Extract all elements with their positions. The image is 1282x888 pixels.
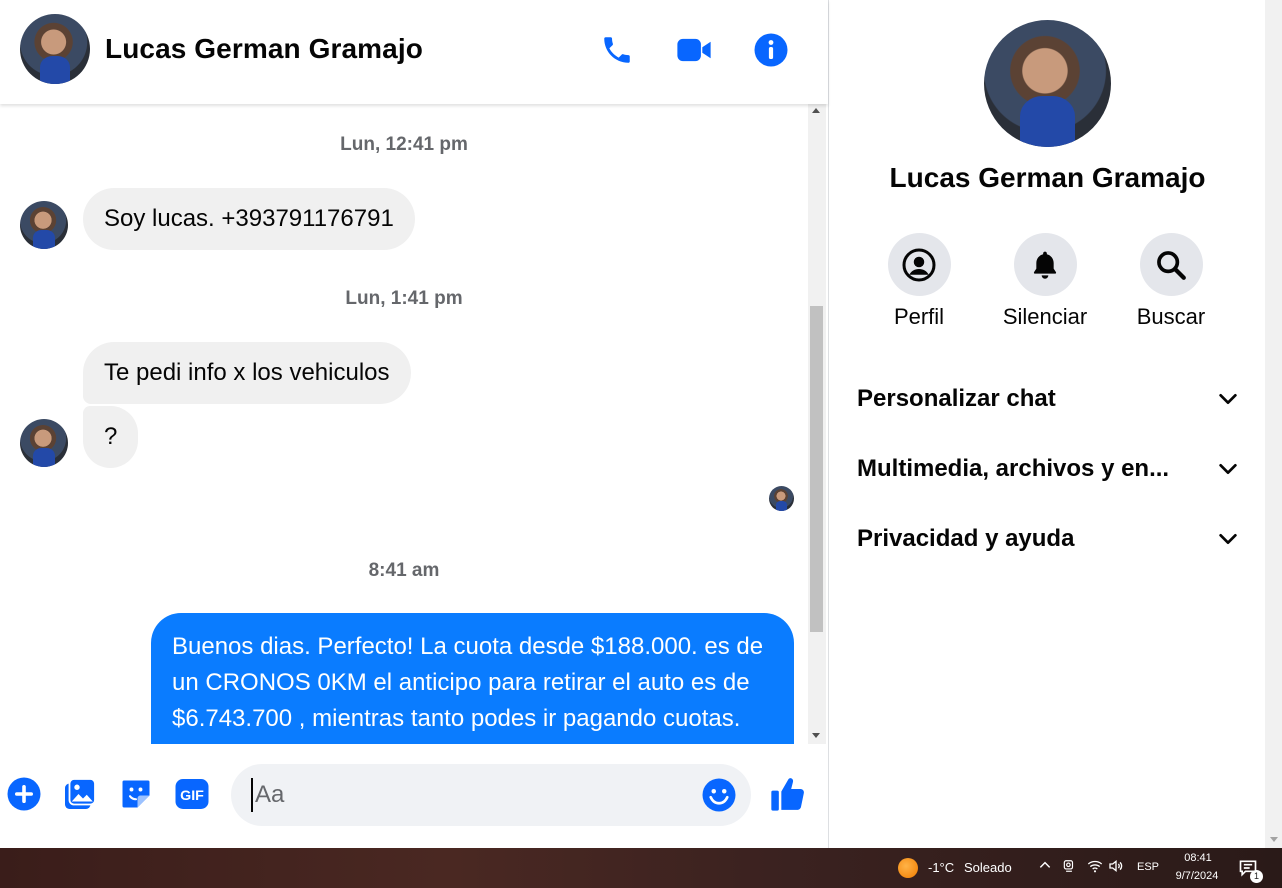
sender-avatar[interactable] [20,419,68,467]
chevron-down-icon [1219,463,1237,475]
attach-photo-button[interactable] [60,774,100,814]
profile-action-label: Perfil [893,304,945,329]
scroll-down-arrow[interactable] [812,733,820,738]
messenger-window: Lucas German Gramajo Lun, 12:41 pm Soy l… [0,0,1282,848]
video-call-button[interactable] [674,30,714,70]
mute-action-label: Silenciar [1002,304,1088,329]
sticker-icon [122,780,150,808]
scroll-up-arrow[interactable] [812,108,820,113]
sticker-button[interactable] [116,774,156,814]
message-input-box[interactable] [231,764,751,826]
profile-action-button[interactable]: Perfil [869,233,969,330]
read-receipt-avatar [769,486,794,511]
send-like-button[interactable] [768,774,808,814]
message-scrollbar[interactable] [808,104,826,744]
sun-icon[interactable] [898,858,918,878]
timestamp: 8:41 am [368,560,440,581]
message-bubble-outgoing[interactable]: Buenos dias. Perfecto! La cuota desde $1… [151,613,794,744]
timestamp: Lun, 1:41 pm [345,288,463,309]
call-button[interactable] [597,30,637,70]
camera-tray-icon [1063,860,1074,872]
gif-button[interactable]: GIF [172,774,212,814]
search-action-label: Buscar [1136,304,1206,329]
chevron-up-icon [1039,861,1051,868]
conversation-info-button[interactable] [751,30,791,70]
section-customize-chat[interactable]: Personalizar chat [857,374,1239,424]
show-hidden-icons-button[interactable] [1036,858,1054,878]
section-label: Multimedia, archivos y en... [857,455,1170,482]
emoji-button[interactable] [701,777,737,813]
bell-icon [1033,251,1057,279]
thumbs-up-icon [771,778,804,811]
section-privacy-help[interactable]: Privacidad y ayuda [857,514,1239,564]
windows-taskbar: -1°C Soleado ESP 08:41 9/7/2024 1 [0,848,1282,888]
info-icon [754,33,788,67]
more-actions-button[interactable] [4,774,44,814]
weather-description[interactable]: Soleado [964,860,1012,875]
message-bubble-incoming[interactable]: ? [83,406,139,468]
phone-icon [604,37,630,63]
mute-action-button[interactable]: Silenciar [995,233,1095,330]
profile-name: Lucas German Gramajo [889,162,1206,193]
page-scrollbar[interactable] [1265,0,1282,848]
scroll-down-arrow[interactable] [1270,837,1278,842]
meet-now-button[interactable] [1060,858,1078,878]
timestamp: Lun, 12:41 pm [340,134,468,155]
search-icon [1157,250,1186,280]
speaker-icon [1109,859,1123,873]
weather-temperature[interactable]: -1°C [928,860,954,875]
wifi-icon [1087,860,1103,873]
chevron-down-icon [1219,393,1237,405]
message-composer: GIF [0,744,828,848]
gif-label: GIF [180,788,204,804]
section-label: Personalizar chat [857,385,1056,412]
volume-button[interactable] [1107,858,1125,878]
notification-count-badge: 1 [1250,870,1263,883]
message-input[interactable] [251,778,681,812]
conversation-info-pane: Lucas German Gramajo Perfil Silenciar Bu… [828,0,1265,848]
message-bubble-incoming[interactable]: Soy lucas. +393791176791 [83,188,415,250]
plus-circle-icon [7,777,41,811]
photo-icon [65,778,96,809]
chevron-down-icon [1219,533,1237,545]
scroll-thumb[interactable] [810,306,823,632]
section-media-files[interactable]: Multimedia, archivos y en... [857,444,1239,494]
message-list[interactable]: Lun, 12:41 pm Soy lucas. +393791176791 L… [0,104,808,744]
message-bubble-incoming[interactable]: Te pedi info x los vehiculos [83,342,411,404]
gif-icon: GIF [175,779,209,809]
network-button[interactable] [1086,858,1104,878]
profile-avatar-large[interactable] [984,20,1111,147]
section-label: Privacidad y ayuda [857,525,1075,552]
video-camera-icon [677,38,711,62]
contact-name[interactable]: Lucas German Gramajo [105,33,423,65]
contact-avatar[interactable] [20,14,90,84]
profile-icon [902,248,936,281]
emoji-icon [702,778,736,812]
search-action-button[interactable]: Buscar [1121,233,1221,330]
chat-header: Lucas German Gramajo [0,0,828,104]
sender-avatar[interactable] [20,201,68,249]
chat-pane: Lucas German Gramajo Lun, 12:41 pm Soy l… [0,0,828,848]
clock-time[interactable]: 08:41 [1172,852,1224,864]
input-language[interactable]: ESP [1137,861,1159,873]
clock-date[interactable]: 9/7/2024 [1168,870,1226,882]
